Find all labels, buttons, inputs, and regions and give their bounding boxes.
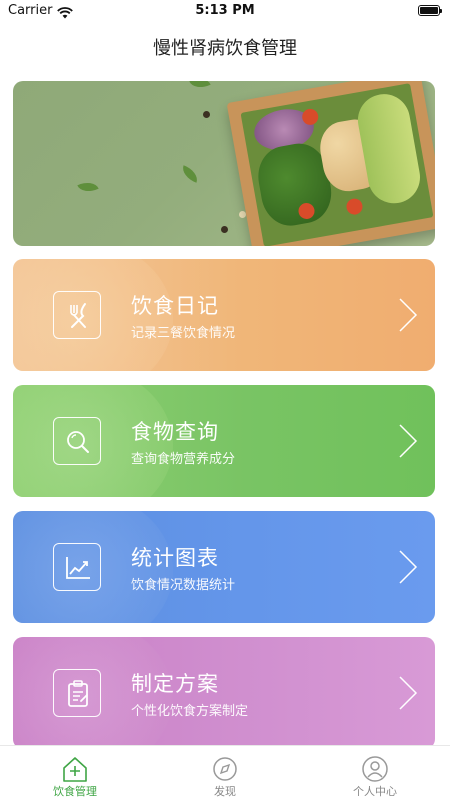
clock: 5:13 PM <box>195 3 255 18</box>
status-bar: Carrier 5:13 PM <box>0 0 450 22</box>
hero-banner-image <box>13 81 435 246</box>
leaf-decoration <box>189 81 211 93</box>
menu-card-title: 饮食日记 <box>131 294 219 318</box>
seed-decoration <box>221 226 228 233</box>
battery-icon <box>418 5 442 16</box>
page-title: 慢性肾病饮食管理 <box>153 38 297 59</box>
navigation-bar: 慢性肾病饮食管理 <box>0 22 450 66</box>
seed-decoration <box>203 111 210 118</box>
tab-label: 发现 <box>214 785 236 798</box>
menu-card-subtitle: 记录三餐饮食情况 <box>131 326 236 341</box>
leaf-decoration <box>179 165 201 183</box>
menu-card-subtitle: 查询食物营养成分 <box>131 452 236 467</box>
leaf-decoration <box>77 177 99 197</box>
menu-card-food-search[interactable]: 食物查询 查询食物营养成分 <box>13 385 435 497</box>
profile-icon <box>362 756 388 782</box>
menu-card-subtitle: 饮食情况数据统计 <box>131 578 236 593</box>
line-chart-icon <box>53 543 101 591</box>
menu-card-title: 食物查询 <box>131 420 219 444</box>
menu-card-title: 统计图表 <box>131 546 219 570</box>
tab-label: 饮食管理 <box>53 785 97 798</box>
tab-profile[interactable]: 个人中心 <box>300 746 450 801</box>
chevron-right-icon <box>399 550 418 584</box>
menu-card-diet-diary[interactable]: 饮食日记 记录三餐饮食情况 <box>13 259 435 371</box>
tab-bar: 饮食管理 发现 个人中心 <box>0 745 450 801</box>
tab-diet-management[interactable]: 饮食管理 <box>0 746 150 801</box>
fork-knife-icon <box>53 291 101 339</box>
menu-card-diet-plan[interactable]: 制定方案 个性化饮食方案制定 <box>13 637 435 749</box>
search-icon <box>53 417 101 465</box>
salad-box <box>226 81 435 246</box>
chevron-right-icon <box>399 298 418 332</box>
chevron-right-icon <box>399 424 418 458</box>
chevron-right-icon <box>399 676 418 710</box>
clipboard-icon <box>53 669 101 717</box>
menu-card-title: 制定方案 <box>131 672 219 696</box>
menu-card-subtitle: 个性化饮食方案制定 <box>131 704 249 719</box>
tab-label: 个人中心 <box>353 785 397 798</box>
tab-discover[interactable]: 发现 <box>150 746 300 801</box>
home-plus-icon <box>63 757 87 782</box>
menu-card-statistics[interactable]: 统计图表 饮食情况数据统计 <box>13 511 435 623</box>
compass-icon <box>213 757 237 781</box>
